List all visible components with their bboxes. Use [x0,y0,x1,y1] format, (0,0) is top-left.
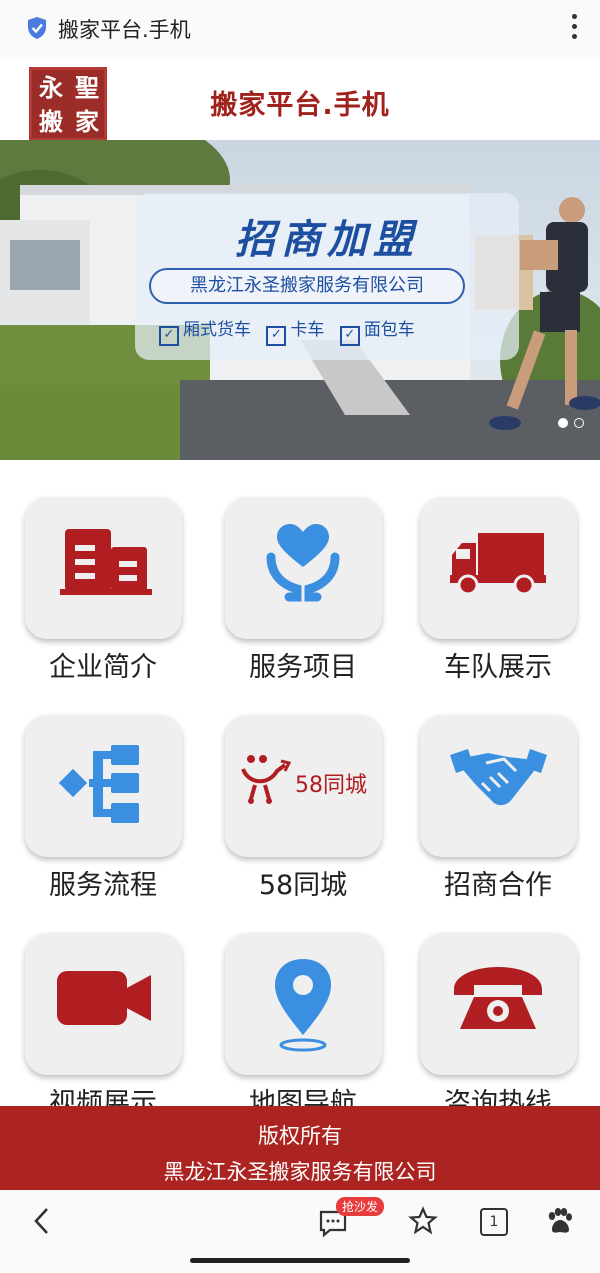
tabs-button[interactable]: 1 [480,1208,508,1236]
menu-label: 车队展示 [444,652,552,683]
checkbox-icon: ✓ [266,326,287,346]
carousel-dot[interactable] [574,418,584,428]
browser-page-title: 搬家平台.手机 [58,18,191,42]
footer-copyright: 版权所有 [258,1124,342,1148]
video-camera-icon [57,971,151,1025]
menu-label: 企业简介 [49,652,157,683]
menu-item-cooperation[interactable]: 招商合作 [420,715,600,920]
building-icon [60,529,152,595]
carousel-dots [552,413,584,432]
vehicle-item: ✓ 面包车 [339,320,415,346]
browser-top-bar: 搬家平台.手机 [0,0,600,58]
heart-hands-icon [266,524,340,602]
more-options-icon[interactable] [570,14,578,44]
vehicle-item: ✓ 厢式货车 [159,320,251,346]
site-title: 搬家平台.手机 [210,90,390,121]
checkbox-icon: ✓ [159,326,179,346]
menu-item-fleet[interactable]: 车队展示 [420,497,600,702]
menu-tile[interactable] [225,497,382,639]
vehicle-label: 厢式货车 [183,320,251,340]
map-pin-icon [275,959,331,1052]
vehicle-label: 面包车 [363,320,415,340]
vehicle-item: ✓ 卡车 [266,320,325,346]
comment-badge: 抢沙发 [336,1197,385,1216]
carousel-dot[interactable] [558,418,568,428]
banner-carousel[interactable]: 招商加盟 黑龙江永圣搬家服务有限公司 ✓ 厢式货车 ✓ 卡车 ✓ 面包车 [0,140,600,460]
menu-tile[interactable]: 58同城 [225,715,382,857]
checkbox-icon: ✓ [339,326,360,346]
menu-tile[interactable] [420,933,577,1075]
promo-headline: 招商加盟 [235,216,419,263]
vehicle-label: 卡车 [290,320,325,340]
menu-tile[interactable] [25,933,182,1075]
menu-item-58tongcheng[interactable]: 58同城 58同城 [225,715,405,920]
menu-tile[interactable] [420,497,577,639]
handshake-icon [450,749,547,806]
menu-tile[interactable] [25,497,182,639]
menu-tile[interactable] [420,715,577,857]
menu-item-services[interactable]: 服务项目 [225,497,405,702]
footer-company: 黑龙江永圣搬家服务有限公司 [163,1160,437,1184]
home-indicator[interactable] [190,1258,410,1263]
back-icon[interactable] [30,1204,54,1238]
promo-panel: 招商加盟 黑龙江永圣搬家服务有限公司 ✓ 厢式货车 ✓ 卡车 ✓ 面包车 [135,193,519,360]
menu-label: 58同城 [258,870,348,901]
menu-label: 服务流程 [49,870,157,901]
menu-tile[interactable] [225,933,382,1075]
browser-bottom-toolbar: 抢沙发 1 [0,1190,600,1273]
telephone-icon [454,967,542,1029]
menu-item-service-flow[interactable]: 服务流程 [25,715,205,920]
flow-chart-icon [58,745,139,823]
menu-label: 服务项目 [249,652,357,683]
58tongcheng-logo-text: 58同城 [295,773,367,798]
promo-company: 黑龙江永圣搬家服务有限公司 [149,268,465,304]
baidu-paw-icon[interactable] [544,1204,574,1238]
site-header: 永 聖 搬 家 搬家平台.手机 [0,57,600,141]
promo-vehicles: ✓ 厢式货车 ✓ 卡车 ✓ 面包车 [159,315,425,346]
shield-check-icon [28,17,46,39]
menu-tile[interactable] [25,715,182,857]
menu-label: 招商合作 [444,870,552,901]
truck-icon [450,533,546,596]
menu-item-company-intro[interactable]: 企业简介 [25,497,205,702]
star-icon[interactable] [408,1204,438,1238]
footer-bar: 版权所有 黑龙江永圣搬家服务有限公司 [0,1106,600,1190]
